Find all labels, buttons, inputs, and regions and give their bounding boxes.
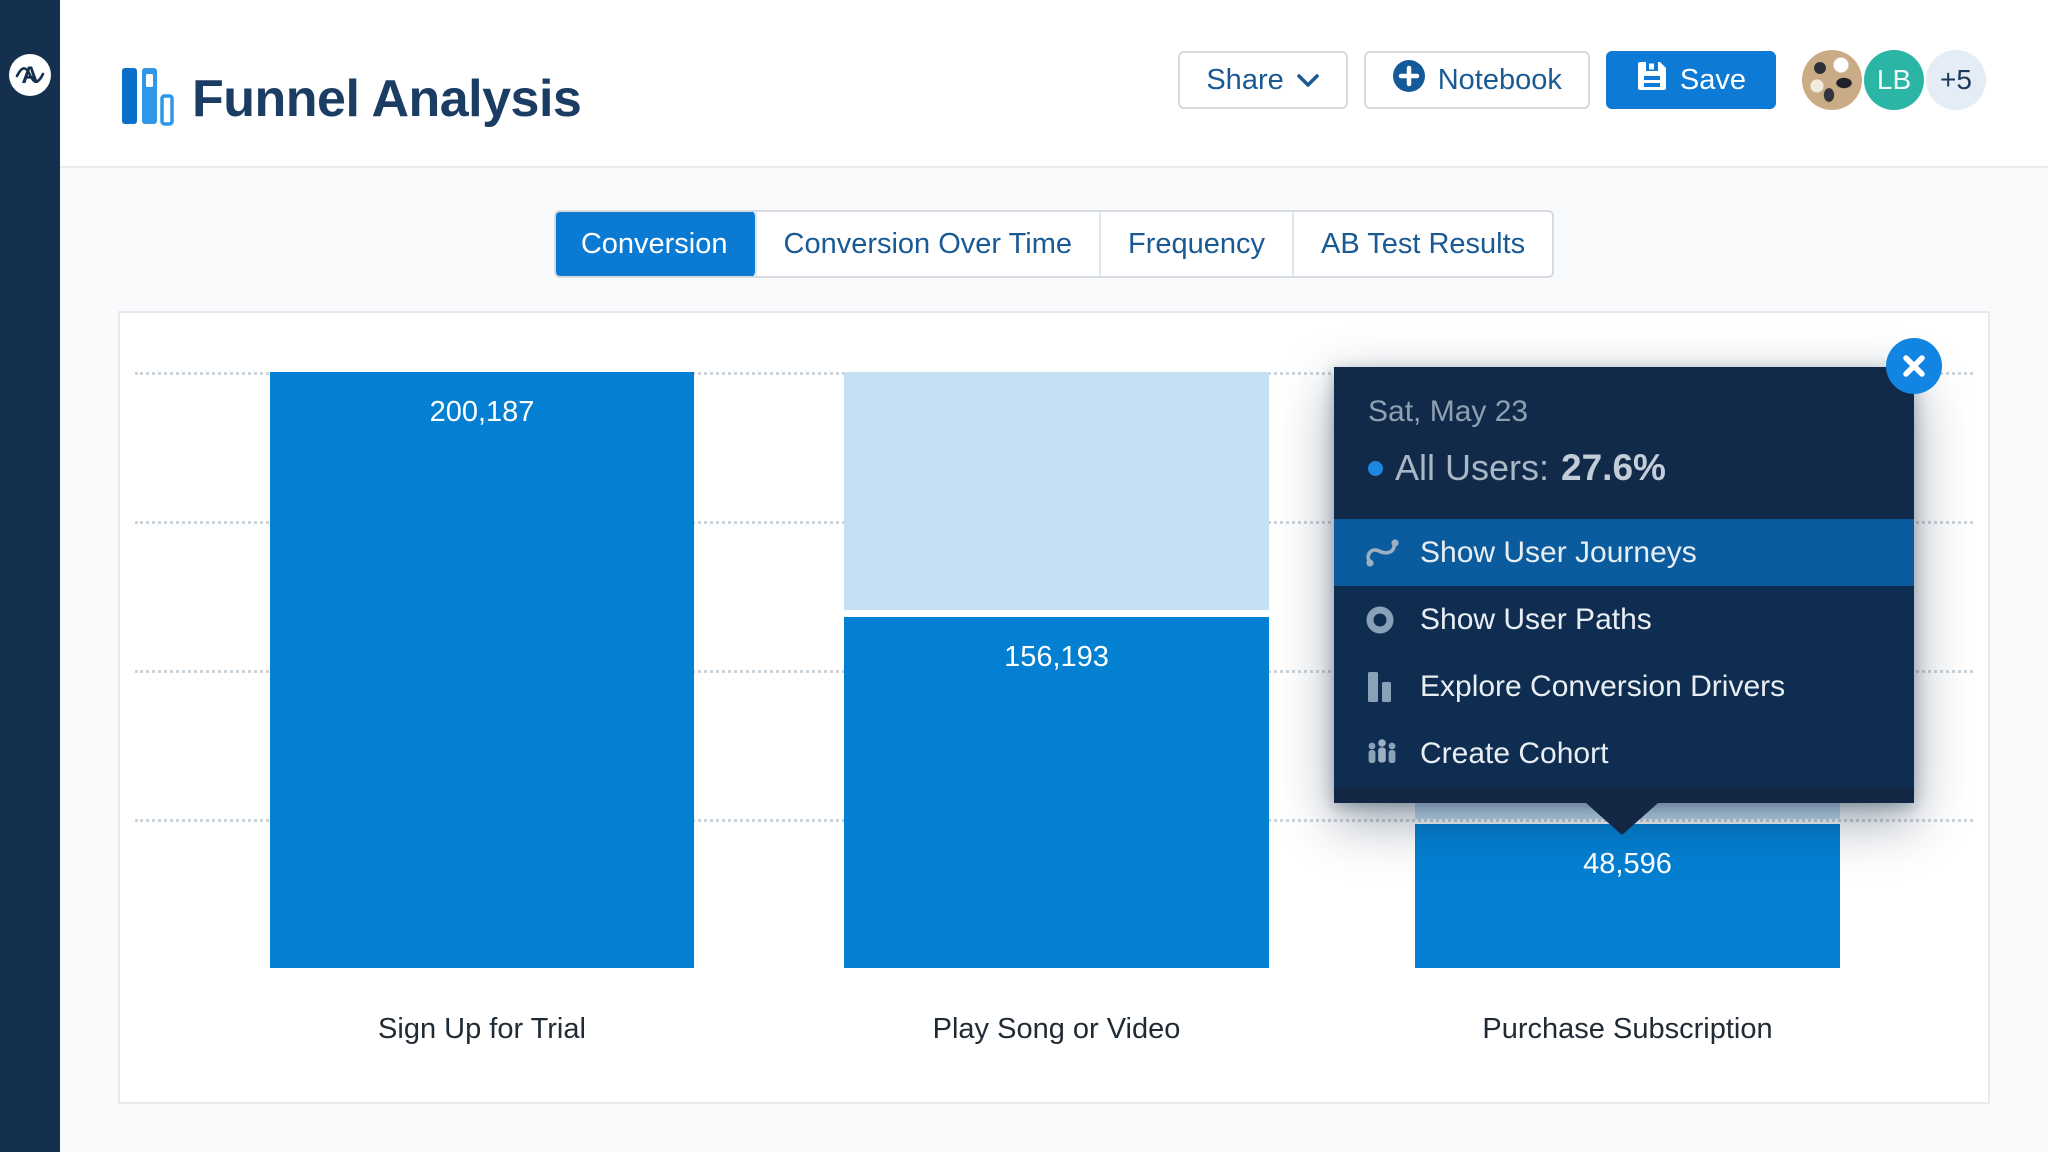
menu-item-create-cohort[interactable]: Create Cohort [1334, 720, 1914, 787]
page-header: Funnel Analysis Share Notebook [60, 0, 2048, 168]
save-floppy-icon [1636, 60, 1668, 100]
page-title: Funnel Analysis [192, 69, 581, 129]
funnel-bar[interactable]: 156,193 [844, 617, 1269, 968]
share-button[interactable]: Share [1178, 51, 1347, 109]
bar-value-label: 156,193 [844, 641, 1269, 674]
menu-item-show-user-paths[interactable]: Show User Paths [1334, 586, 1914, 653]
save-button[interactable]: Save [1606, 51, 1776, 109]
funnel-bar[interactable]: 200,187 [270, 372, 694, 968]
tooltip-caret-icon [1586, 803, 1658, 835]
bar-value-label: 200,187 [270, 396, 694, 429]
chevron-down-icon [1296, 64, 1320, 97]
tooltip-menu: Show User Journeys Show User Paths Explo… [1334, 519, 1914, 787]
notebook-button[interactable]: Notebook [1364, 51, 1590, 109]
user-avatar-initials[interactable]: LB [1864, 50, 1924, 110]
step-label: Purchase Subscription [1415, 1013, 1840, 1046]
tab-group: Conversion Conversion Over Time Frequenc… [554, 210, 1554, 278]
tooltip-header: Sat, May 23 All Users: 27.6% [1334, 367, 1914, 519]
plus-circle-icon [1392, 59, 1426, 101]
avatar-stack: LB +5 [1800, 50, 1986, 110]
step-label: Play Song or Video [844, 1013, 1269, 1046]
tab-frequency[interactable]: Frequency [1099, 212, 1292, 276]
avatar-overflow-badge[interactable]: +5 [1926, 50, 1986, 110]
tab-conversion-over-time[interactable]: Conversion Over Time [755, 212, 1100, 276]
app-sidebar: A [0, 0, 60, 1152]
step-label: Sign Up for Trial [270, 1013, 694, 1046]
series-dot-icon [1368, 461, 1383, 476]
paths-icon [1364, 602, 1406, 638]
tooltip-date: Sat, May 23 [1368, 367, 1880, 429]
amplitude-logo-icon[interactable]: A [9, 54, 51, 96]
header-actions: Share Notebook [1178, 50, 1986, 110]
bar-value-label: 48,596 [1415, 848, 1840, 881]
drivers-icon [1364, 669, 1406, 705]
tab-row: Conversion Conversion Over Time Frequenc… [60, 210, 2048, 278]
funnel-bar[interactable]: 48,596 [1415, 824, 1840, 968]
title-group: Funnel Analysis [120, 66, 581, 131]
tooltip-series-row: All Users: 27.6% [1368, 447, 1880, 489]
tooltip-series-value: 27.6% [1561, 447, 1666, 489]
tab-conversion[interactable]: Conversion [554, 210, 755, 278]
tooltip-series-label: All Users: [1395, 447, 1549, 489]
journeys-icon [1364, 535, 1406, 571]
tab-ab-test-results[interactable]: AB Test Results [1292, 212, 1552, 276]
tooltip-footer [1334, 787, 1914, 803]
menu-item-explore-conversion-drivers[interactable]: Explore Conversion Drivers [1334, 653, 1914, 720]
close-tooltip-button[interactable] [1886, 338, 1942, 394]
funnel-chart-icon [120, 66, 174, 131]
user-avatar-photo[interactable] [1802, 50, 1862, 110]
chart-tooltip: Sat, May 23 All Users: 27.6% Show User J… [1334, 367, 1914, 803]
funnel-bar-lost-segment[interactable] [844, 372, 1269, 610]
menu-item-show-user-journeys[interactable]: Show User Journeys [1334, 519, 1914, 586]
cohort-icon [1364, 736, 1406, 772]
